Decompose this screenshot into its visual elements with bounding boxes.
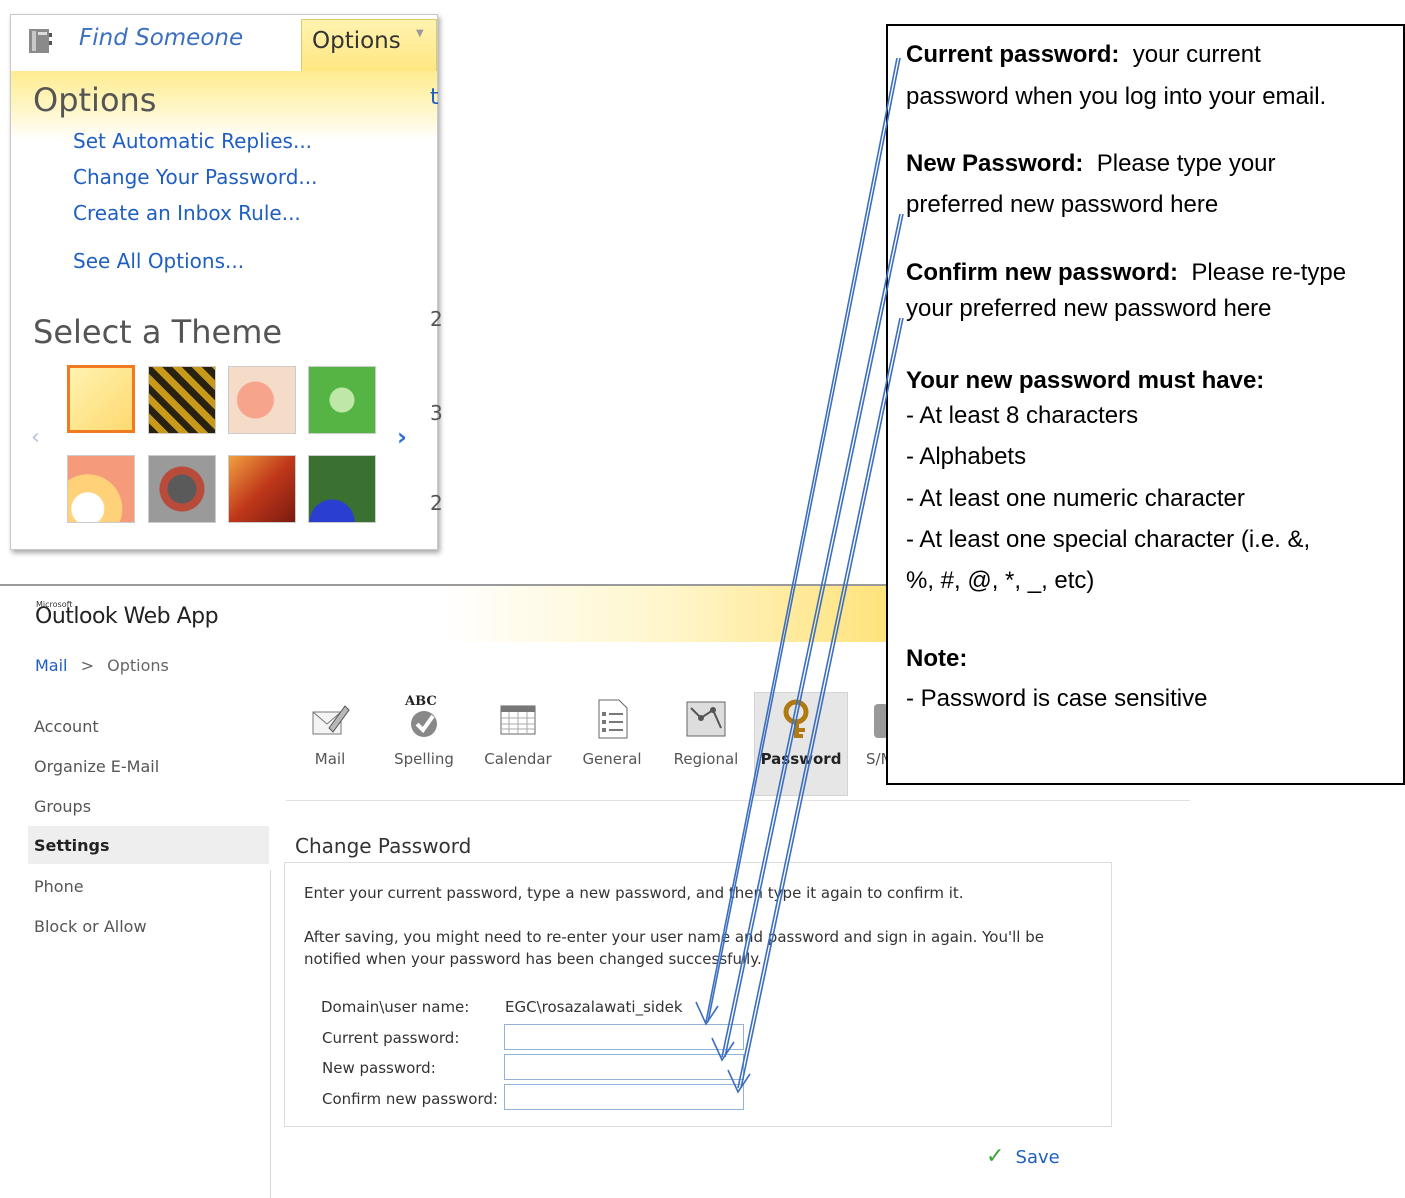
breadcrumb: Mail > Options	[35, 656, 169, 675]
domain-user-value: EGC\rosazalawati_sidek	[505, 998, 683, 1016]
nav-item-settings[interactable]: Settings	[34, 836, 110, 855]
theme-thumbnail[interactable]	[228, 455, 296, 523]
document-list-icon	[591, 698, 633, 740]
annotation-bold: New Password:	[906, 150, 1084, 177]
current-password-label: Current password:	[322, 1029, 460, 1047]
edge-char: 2	[430, 491, 443, 515]
annotation-rule: %, #, @, *, _, etc)	[906, 567, 1095, 594]
annotation-text: your current	[1132, 41, 1261, 68]
see-all-options-link[interactable]: See All Options...	[73, 249, 244, 273]
annotation-text: Please re-type	[1191, 259, 1347, 286]
options-tab[interactable]: Options ▼	[301, 19, 437, 73]
nav-item-block-or-allow[interactable]: Block or Allow	[34, 917, 147, 936]
nav-item-account[interactable]: Account	[34, 717, 99, 736]
map-icon	[685, 698, 727, 740]
annotation-rule: - Alphabets	[906, 443, 1027, 470]
address-book-icon[interactable]	[27, 27, 53, 55]
options-dropdown: Find Someone Options ▼ t Options Set Aut…	[10, 14, 443, 550]
new-password-input[interactable]	[504, 1054, 744, 1080]
new-password-label: New password:	[322, 1059, 436, 1077]
section-title: Change Password	[295, 834, 472, 858]
annotation-confirm: Confirm new password: Please re-type	[906, 258, 1346, 288]
tabs-divider	[286, 800, 1190, 801]
annotation-rule: - At least one special character (i.e. &…	[906, 526, 1311, 553]
breadcrumb-options: Options	[107, 656, 169, 675]
calendar-icon	[497, 698, 539, 740]
nav-item-organize-email[interactable]: Organize E-Mail	[34, 757, 159, 776]
nav-divider	[270, 870, 271, 1198]
annotation-note-title: Note:	[906, 645, 968, 672]
edge-char: 2	[430, 307, 443, 331]
nav-item-phone[interactable]: Phone	[34, 877, 84, 896]
annotation-bold: Current password:	[906, 41, 1120, 68]
checkmark-icon: ✓	[986, 1144, 1005, 1169]
tab-label: General	[582, 750, 642, 768]
nav-item-groups[interactable]: Groups	[34, 797, 91, 816]
find-someone-link[interactable]: Find Someone	[79, 25, 243, 51]
intro-text: Enter your current password, type a new …	[304, 884, 964, 902]
tab-label: Mail	[314, 750, 346, 768]
edge-char: t	[430, 85, 439, 110]
after-saving-text-line2: notified when your password has been cha…	[304, 950, 762, 968]
annotation-rule: - At least one numeric character	[906, 485, 1245, 512]
annotation-bold: Confirm new password:	[906, 259, 1179, 286]
tab-smime[interactable]: S/M	[866, 698, 886, 778]
key-icon	[780, 698, 822, 740]
lock-icon	[874, 704, 886, 738]
mail-edit-icon	[309, 698, 351, 740]
chevron-right-icon[interactable]: ›	[397, 423, 407, 451]
spelling-icon-text: ABC	[405, 694, 437, 709]
create-inbox-rule-link[interactable]: Create an Inbox Rule...	[73, 201, 301, 225]
annotation-note-text: - Password is case sensitive	[906, 685, 1208, 712]
options-tab-label: Options	[312, 28, 401, 54]
tab-label: Password	[760, 750, 842, 768]
breadcrumb-separator: >	[80, 656, 94, 675]
theme-thumbnail[interactable]	[148, 366, 216, 434]
annotation-text: preferred new password here	[906, 191, 1219, 218]
confirm-password-label: Confirm new password:	[322, 1090, 498, 1108]
chevron-down-icon: ▼	[416, 28, 424, 39]
tab-label: Calendar	[484, 750, 552, 768]
annotation-rule: - At least 8 characters	[906, 402, 1139, 429]
app-logo-title: Outlook Web App	[35, 604, 219, 629]
breadcrumb-mail-link[interactable]: Mail	[35, 656, 68, 675]
change-your-password-link[interactable]: Change Your Password...	[73, 165, 317, 189]
annotation-text: your preferred new password here	[906, 295, 1272, 322]
theme-thumbnail[interactable]	[67, 455, 135, 523]
tab-label: S/M	[866, 750, 886, 768]
theme-thumbnail[interactable]	[308, 455, 376, 523]
theme-thumbnail[interactable]	[148, 455, 216, 523]
annotation-text: Please type your	[1096, 150, 1276, 177]
annotation-text: password when you log into your email.	[906, 83, 1327, 110]
theme-thumbnail[interactable]	[308, 366, 376, 434]
theme-thumbnail[interactable]	[228, 366, 296, 434]
save-label: Save	[1015, 1147, 1060, 1168]
annotation-rules-title: Your new password must have:	[906, 367, 1265, 394]
current-password-input[interactable]	[504, 1024, 744, 1050]
tab-label: Regional	[673, 750, 739, 768]
tab-label: Spelling	[394, 750, 454, 768]
options-heading: Options	[33, 81, 157, 119]
edge-char: 3	[430, 401, 443, 425]
annotation-current: Current password: your current	[906, 40, 1261, 70]
domain-user-label: Domain\user name:	[321, 998, 470, 1016]
chevron-left-icon[interactable]: ‹	[31, 425, 40, 450]
after-saving-text-line1: After saving, you might need to re-enter…	[304, 928, 1044, 946]
select-theme-heading: Select a Theme	[33, 313, 283, 351]
save-button[interactable]: ✓ Save	[986, 1144, 1060, 1169]
annotation-new: New Password: Please type your	[906, 149, 1276, 179]
set-automatic-replies-link[interactable]: Set Automatic Replies...	[73, 129, 312, 153]
theme-thumbnail[interactable]	[67, 365, 135, 433]
confirm-password-input[interactable]	[504, 1084, 744, 1110]
